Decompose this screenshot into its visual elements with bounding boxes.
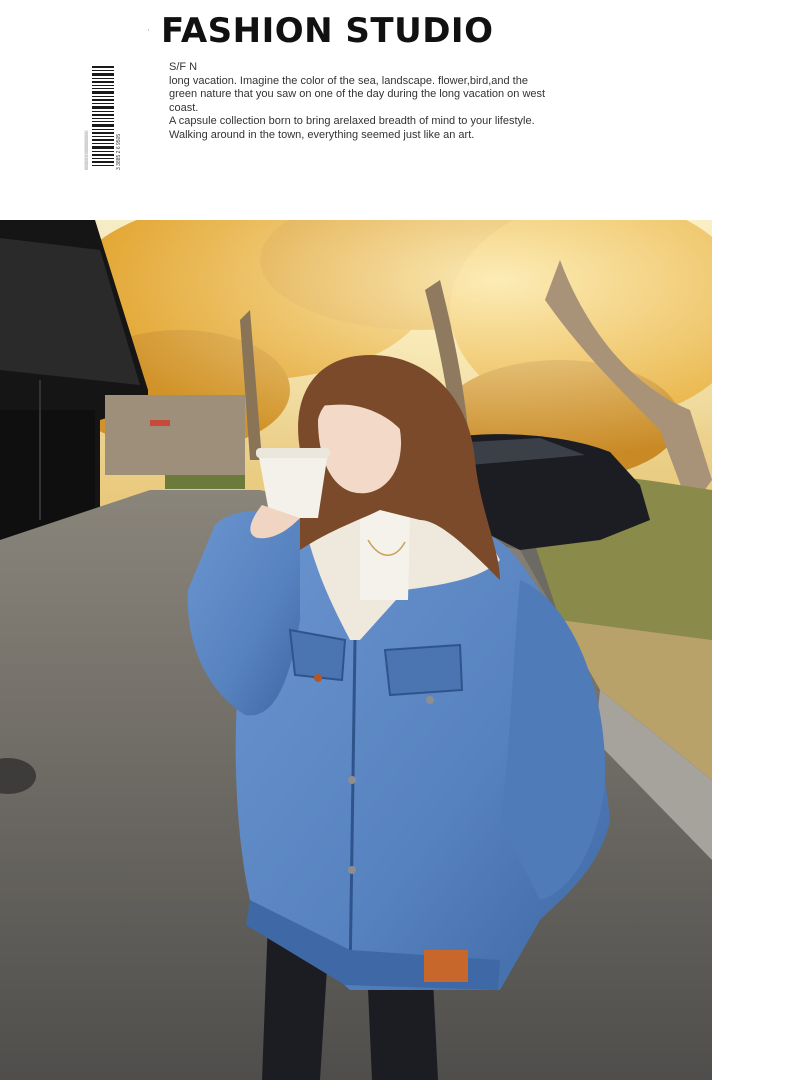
photo-illustration	[0, 220, 712, 1080]
barcode-icon: 3 3885 2 6 9505 ||||||||||||||||||||||||…	[83, 66, 122, 170]
description-block: S/F N long vacation. Imagine the color o…	[169, 61, 549, 143]
header: ’ FASHION STUDIO 3 3885 2 6 9505 |||||||…	[0, 0, 790, 220]
description-paragraph-1: long vacation. Imagine the color of the …	[169, 74, 546, 114]
page-title: FASHION STUDIO	[161, 11, 494, 51]
product-photo	[0, 220, 712, 1080]
product-code: S/F N	[169, 61, 198, 73]
barcode-microtext: ||||||||||||||||||||||||||||||||||||||	[83, 131, 88, 170]
description-paragraph-2: A capsule collection born to bring arela…	[169, 115, 535, 128]
title-mark: ’	[148, 30, 150, 36]
description-paragraph-3: Walking around in the town, everything s…	[169, 128, 475, 141]
barcode-digits: 3 3885 2 6 9505	[116, 134, 122, 170]
